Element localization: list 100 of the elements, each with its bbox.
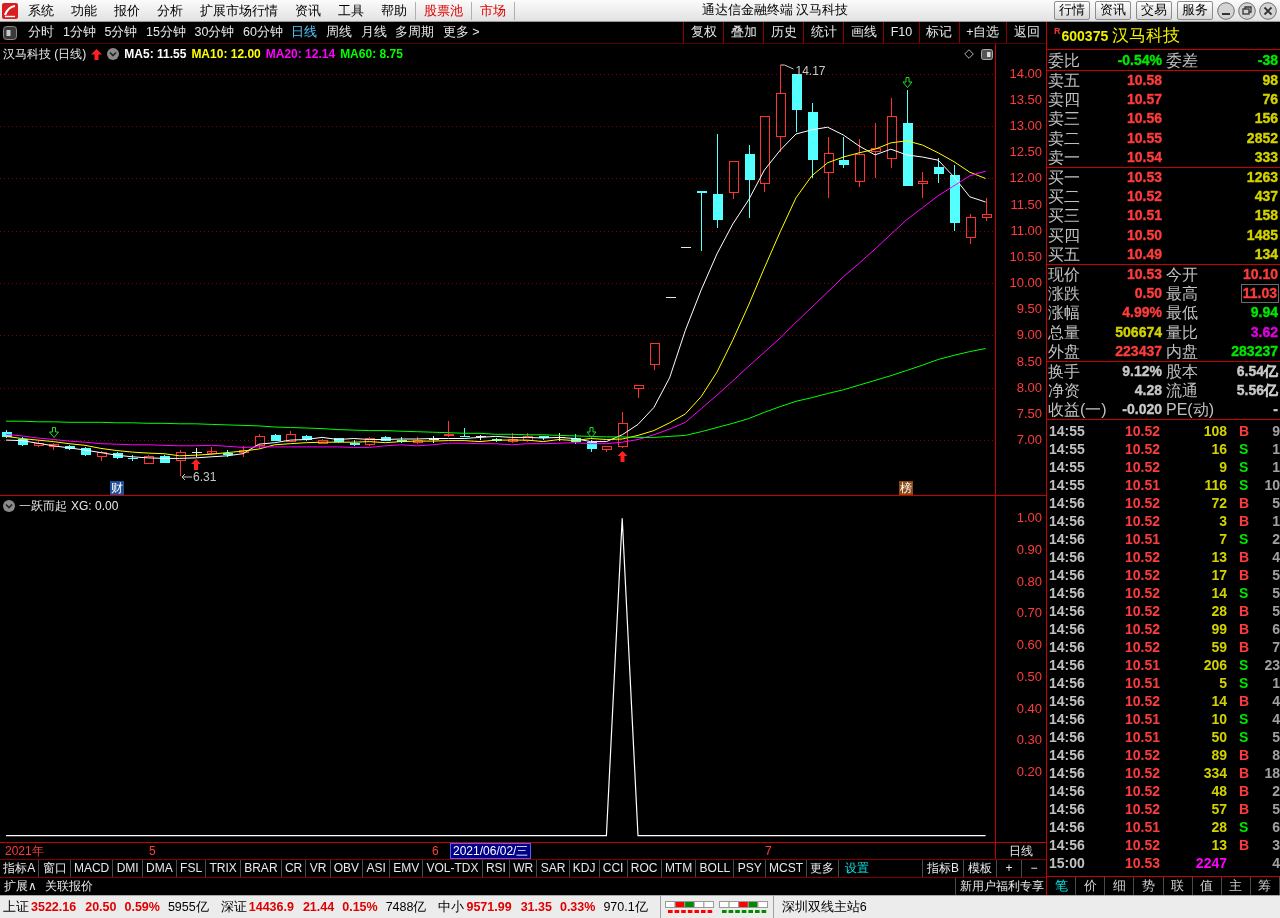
quote-value: 76 xyxy=(1262,91,1278,109)
quote-value: 10.10 xyxy=(1242,265,1278,283)
index-percent: 0.59% xyxy=(124,900,160,914)
tick-volume: 89 xyxy=(1210,746,1227,765)
quote-label: 卖二 xyxy=(1048,128,1080,148)
trade-count: 1 xyxy=(1271,458,1280,477)
tick-time: 14:55 xyxy=(1049,476,1086,495)
quote-label: 卖四 xyxy=(1048,90,1080,110)
tick-price: 10.51 xyxy=(1125,656,1162,675)
quote-label: 买一 xyxy=(1048,168,1080,188)
tick-price: 10.52 xyxy=(1125,512,1162,531)
quote-value: - xyxy=(1273,401,1278,419)
axis-label: 1.00 xyxy=(1016,511,1042,526)
tick-price: 10.52 xyxy=(1125,746,1162,765)
tick-time: 14:56 xyxy=(1049,728,1086,747)
quote-label: 流通 xyxy=(1166,381,1198,401)
trade-count: 6 xyxy=(1271,620,1280,639)
tick-price: 10.53 xyxy=(1125,854,1162,873)
trade-side: S xyxy=(1239,710,1250,729)
quote-label: 卖三 xyxy=(1048,109,1080,129)
tick-price: 10.52 xyxy=(1125,440,1162,459)
quote-value: 4.28 xyxy=(1134,382,1162,400)
quote-value: 506674 xyxy=(1115,323,1162,341)
trade-count: 1 xyxy=(1271,674,1280,693)
quote-value: 158 xyxy=(1254,207,1278,225)
index-percent: 0.15% xyxy=(342,900,378,914)
trade-count: 5 xyxy=(1271,602,1280,621)
axis-label: 0.70 xyxy=(1016,606,1042,621)
tick-time: 14:56 xyxy=(1049,782,1086,801)
quote-value: 156 xyxy=(1254,110,1278,128)
chart-title: 汉马科技 (日线) xyxy=(3,46,87,62)
tick-price: 10.52 xyxy=(1125,458,1162,477)
trade-side: B xyxy=(1239,566,1251,585)
trade-side: S xyxy=(1239,674,1250,693)
index-change: 31.35 xyxy=(520,900,552,914)
quote-label: 最低 xyxy=(1166,303,1198,323)
tick-time: 14:56 xyxy=(1049,494,1086,513)
tick-time: 15:00 xyxy=(1049,854,1086,873)
tick-time: 14:55 xyxy=(1049,458,1086,477)
axis-label: 0.60 xyxy=(1016,638,1042,653)
trade-count: 2 xyxy=(1271,782,1280,801)
tick-time: 14:56 xyxy=(1049,530,1086,549)
index-value: 14436.9 xyxy=(248,900,294,914)
tick-time: 14:56 xyxy=(1049,548,1086,567)
quote-value: 10.56 xyxy=(1126,110,1162,128)
trade-count: 4 xyxy=(1271,710,1280,729)
tick-volume: 14 xyxy=(1210,584,1227,603)
axis-label: 14.00 xyxy=(1009,66,1042,81)
quote-label: 涨幅 xyxy=(1048,303,1080,323)
tick-volume: 28 xyxy=(1210,602,1227,621)
quote-value: 5.56亿 xyxy=(1236,382,1278,400)
axis-label: 7.50 xyxy=(1016,406,1042,421)
quote-label: PE(动) xyxy=(1166,400,1214,420)
margin-trading-tag: R xyxy=(1054,26,1061,36)
tick-time: 14:56 xyxy=(1049,836,1086,855)
quote-label: 内盘 xyxy=(1166,341,1198,361)
quote-value: 283237 xyxy=(1231,342,1278,360)
index-change: 20.50 xyxy=(85,900,117,914)
tick-price: 10.52 xyxy=(1125,692,1162,711)
axis-label: 10.00 xyxy=(1009,276,1042,291)
tick-volume: 108 xyxy=(1202,422,1227,441)
quote-value: 0.50 xyxy=(1134,285,1162,303)
tick-time: 14:56 xyxy=(1049,674,1086,693)
tick-price: 10.52 xyxy=(1125,764,1162,783)
trade-side: B xyxy=(1239,638,1251,657)
trade-side: B xyxy=(1239,836,1251,855)
tick-price: 10.52 xyxy=(1125,548,1162,567)
quote-value: 10.51 xyxy=(1126,207,1162,225)
tick-time: 14:56 xyxy=(1049,818,1086,837)
quote-label: 现价 xyxy=(1048,264,1080,284)
axis-label: 8.00 xyxy=(1016,380,1042,395)
quote-value: 11.03 xyxy=(1241,285,1278,303)
tick-time: 14:56 xyxy=(1049,566,1086,585)
tick-volume: 5 xyxy=(1218,674,1227,693)
quote-value: 10.55 xyxy=(1126,129,1162,147)
quote-label: 收益(一) xyxy=(1048,400,1107,420)
stock-name: 汉马科技 xyxy=(1112,25,1181,47)
quote-value: 10.50 xyxy=(1126,226,1162,244)
tick-price: 10.51 xyxy=(1125,710,1162,729)
tick-price: 10.51 xyxy=(1125,530,1162,549)
series-value: : 0.00 xyxy=(88,498,119,514)
trade-side: B xyxy=(1239,602,1251,621)
date-label: 2021年 xyxy=(5,843,44,859)
tick-time: 14:56 xyxy=(1049,710,1086,729)
trade-count: 5 xyxy=(1271,728,1280,747)
tick-volume: 50 xyxy=(1210,728,1227,747)
axis-label: 0.20 xyxy=(1016,765,1042,780)
tick-volume: 17 xyxy=(1210,566,1227,585)
tick-volume: 10 xyxy=(1210,710,1227,729)
series-value: : 12.14 xyxy=(297,46,336,62)
tick-price: 10.52 xyxy=(1125,566,1162,585)
index-name: 中小 xyxy=(438,898,465,916)
axis-label: 0.40 xyxy=(1016,701,1042,716)
trade-side: B xyxy=(1239,746,1251,765)
axis-label: 8.50 xyxy=(1016,354,1042,369)
quote-label: 买四 xyxy=(1048,225,1080,245)
cursor-date-label: 2021/06/02/三 xyxy=(450,843,532,859)
tick-time: 14:56 xyxy=(1049,620,1086,639)
tick-time: 14:55 xyxy=(1049,422,1086,441)
quote-label: 净资 xyxy=(1048,381,1080,401)
